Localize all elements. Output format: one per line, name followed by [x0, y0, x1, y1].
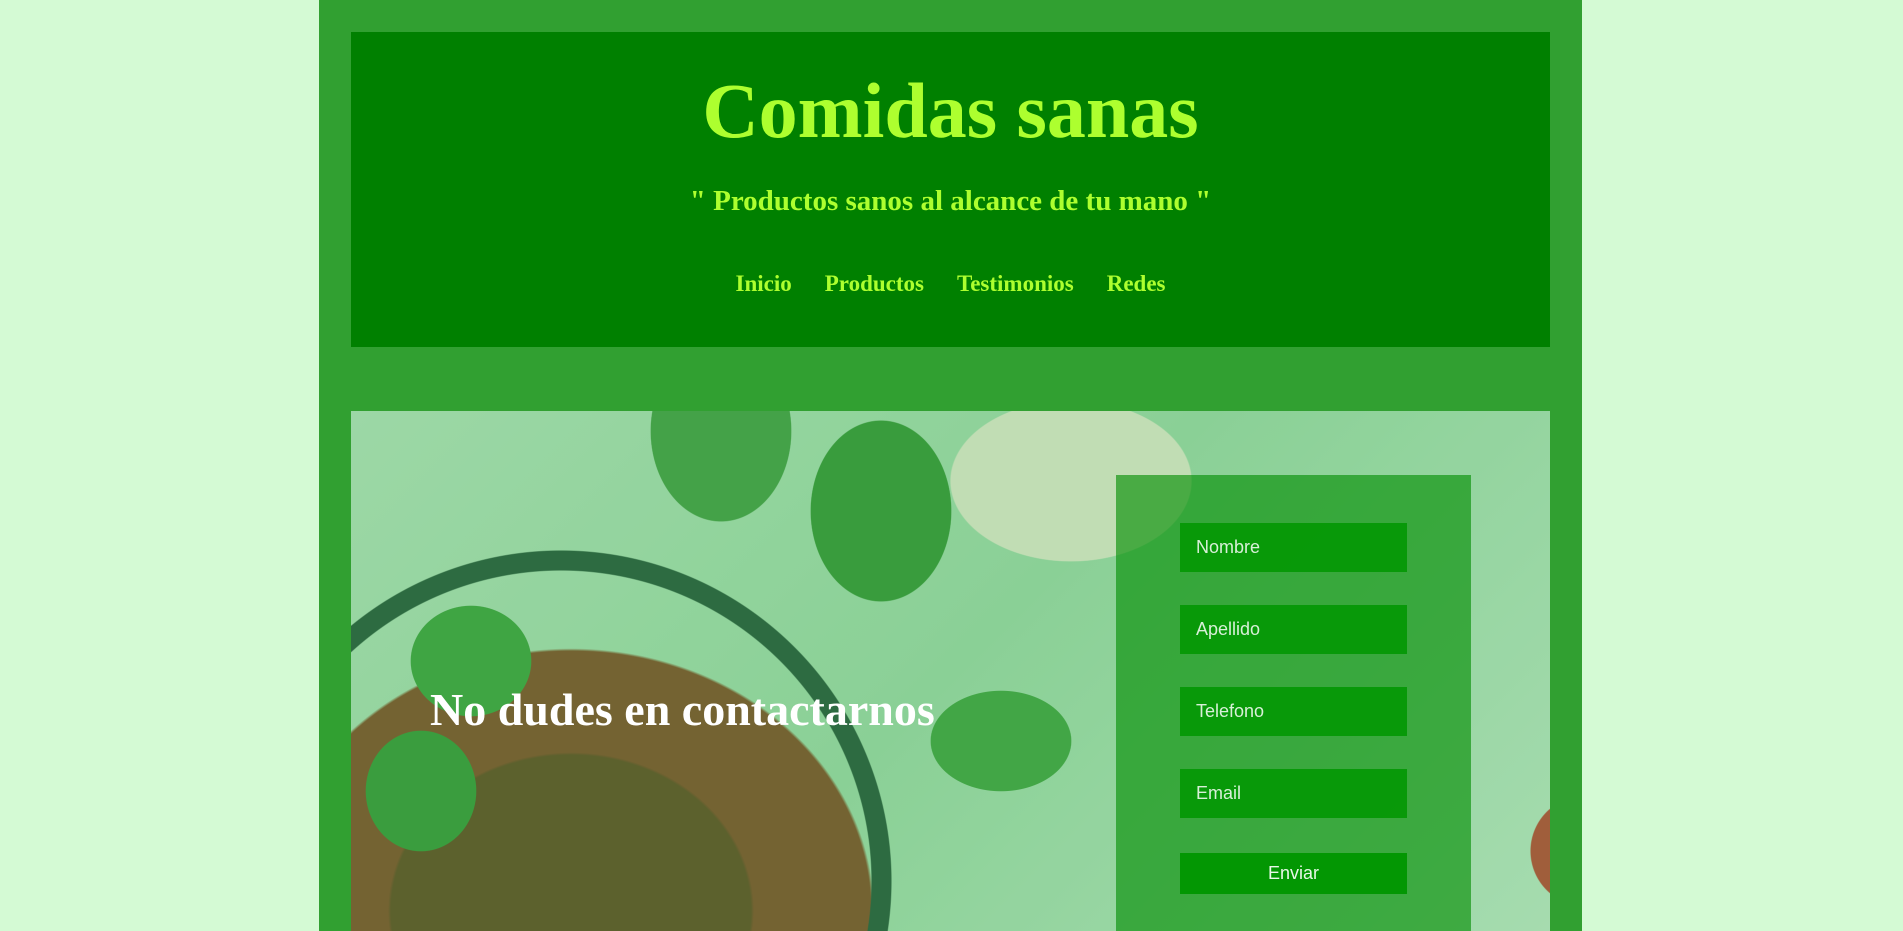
- page-wrapper: Comidas sanas " Productos sanos al alcan…: [319, 0, 1582, 931]
- telefono-input[interactable]: [1180, 687, 1407, 736]
- nombre-input[interactable]: [1180, 523, 1407, 572]
- site-title: Comidas sanas: [702, 67, 1199, 154]
- nav-item-testimonios[interactable]: Testimonios: [957, 271, 1074, 297]
- nav-item-redes[interactable]: Redes: [1107, 271, 1166, 297]
- nav-item-inicio[interactable]: Inicio: [736, 271, 792, 297]
- contact-heading: No dudes en contactarnos: [430, 684, 935, 735]
- enviar-button[interactable]: Enviar: [1180, 853, 1407, 894]
- email-input[interactable]: [1180, 769, 1407, 818]
- apellido-input[interactable]: [1180, 605, 1407, 654]
- contact-form: Enviar: [1116, 475, 1471, 931]
- contact-section: No dudes en contactarnos Enviar: [351, 411, 1550, 931]
- main-nav: Inicio Productos Testimonios Redes: [351, 271, 1550, 297]
- site-tagline: " Productos sanos al alcance de tu mano …: [689, 185, 1212, 217]
- site-header: Comidas sanas " Productos sanos al alcan…: [351, 32, 1550, 347]
- nav-item-productos[interactable]: Productos: [825, 271, 924, 297]
